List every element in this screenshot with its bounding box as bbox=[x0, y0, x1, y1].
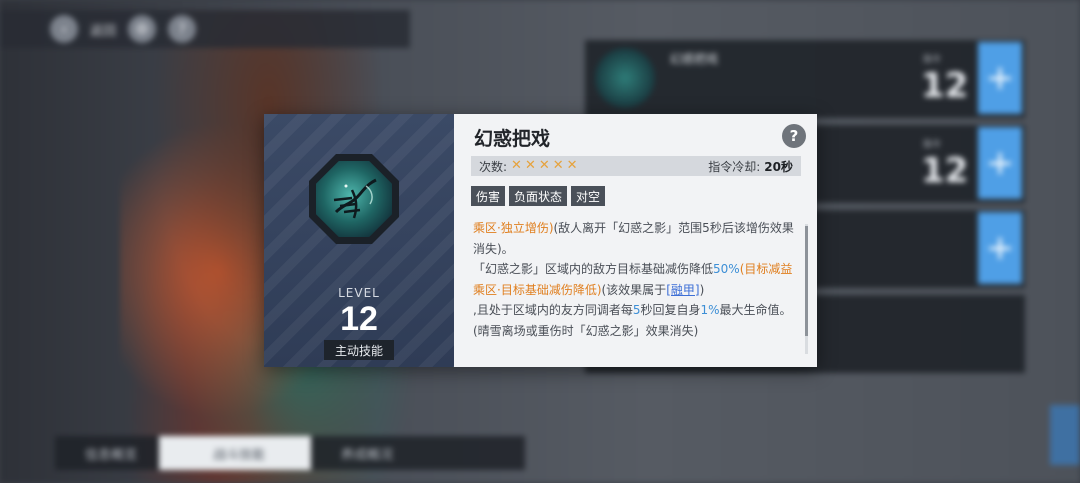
tab-combat-skills[interactable]: 战斗技能 bbox=[159, 436, 312, 470]
top-bar: ‹ 返回 ⚙ ? bbox=[0, 10, 410, 48]
tab-growth[interactable]: 养成概况 bbox=[311, 436, 415, 470]
upgrade-plus-button[interactable]: + bbox=[978, 42, 1022, 114]
skill-icon-panel: LEVEL 12 主动技能 bbox=[264, 114, 454, 367]
level-value: 12 bbox=[340, 300, 378, 338]
level-label: LEVEL bbox=[338, 286, 380, 300]
charge-icon: ✕ bbox=[538, 158, 550, 173]
cooldown-label: 指令冷却: bbox=[708, 159, 761, 174]
skill-title: 幻惑把戏 bbox=[474, 128, 551, 150]
melt-armor-link[interactable]: [融甲] bbox=[666, 283, 699, 297]
charge-icon: ✕ bbox=[566, 158, 578, 173]
bottom-tab-bar: 信息概览 战斗技能 养成概况 bbox=[55, 436, 525, 470]
illusion-skill-icon bbox=[333, 178, 377, 219]
skill-card-cd-value: 12 bbox=[921, 151, 969, 191]
side-button[interactable] bbox=[1050, 405, 1080, 465]
scrollbar-thumb[interactable] bbox=[805, 226, 808, 336]
skill-card-cd-label: 指令 bbox=[923, 55, 942, 65]
skill-card-cd-value: 12 bbox=[921, 66, 969, 106]
desc-line-3: ,且处于区域内的友方同调者每5秒回复自身1%最大生命值。 bbox=[473, 303, 792, 317]
charge-icon: ✕ bbox=[552, 158, 564, 173]
skill-tags: 伤害 负面状态 对空 bbox=[471, 186, 606, 206]
upgrade-plus-button[interactable]: + bbox=[978, 212, 1022, 284]
help-icon[interactable]: ? bbox=[168, 15, 197, 43]
charges-label: 次数: bbox=[479, 159, 508, 174]
skill-card-1[interactable]: 幻惑把戏 指令 12 bbox=[585, 40, 1025, 118]
skill-info-panel: 幻惑把戏 ? 次数: ✕ ✕ ✕ ✕ ✕ 指令冷却: 20秒 伤害 负面状态 对… bbox=[454, 114, 817, 367]
charges-list: ✕ ✕ ✕ ✕ ✕ bbox=[511, 159, 578, 173]
back-button[interactable]: ‹ bbox=[50, 15, 78, 43]
skill-card-icon bbox=[595, 48, 655, 108]
skill-card-cd-label: 指令 bbox=[923, 140, 942, 150]
desc-line-1: 乘区·独立增伤)(敌人离开「幻惑之影」范围5秒后该增伤效果消失)。 bbox=[473, 221, 794, 256]
skill-card-title: 幻惑把戏 bbox=[670, 52, 719, 66]
desc-line-4: (晴雪离场或重伤时「幻惑之影」效果消失) bbox=[473, 323, 699, 338]
charge-icon: ✕ bbox=[524, 158, 536, 173]
desc-line-2: 「幻惑之影」区域内的敌方目标基础减伤降低50%(目标减益乘区·目标基础减伤降低)… bbox=[473, 262, 793, 297]
skill-description[interactable]: 乘区·独立增伤)(敌人离开「幻惑之影」范围5秒后该增伤效果消失)。 「幻惑之影」… bbox=[473, 218, 801, 362]
help-icon[interactable]: ? bbox=[782, 124, 806, 148]
charge-icon: ✕ bbox=[511, 158, 522, 173]
skill-type-badge: 主动技能 bbox=[324, 340, 394, 360]
tag-debuff: 负面状态 bbox=[509, 186, 568, 206]
back-label: 返回 bbox=[90, 23, 117, 39]
tag-anti-air: 对空 bbox=[571, 186, 606, 206]
skill-stats-strip: 次数: ✕ ✕ ✕ ✕ ✕ 指令冷却: 20秒 bbox=[471, 156, 801, 176]
tag-damage: 伤害 bbox=[471, 186, 506, 206]
cooldown-value: 20秒 bbox=[764, 159, 793, 174]
tab-overview[interactable]: 信息概览 bbox=[55, 436, 159, 470]
upgrade-plus-button[interactable]: + bbox=[978, 127, 1022, 199]
gear-icon[interactable]: ⚙ bbox=[128, 15, 157, 43]
skill-detail-popup: LEVEL 12 主动技能 幻惑把戏 ? 次数: ✕ ✕ ✕ ✕ ✕ 指令冷却:… bbox=[264, 114, 817, 367]
